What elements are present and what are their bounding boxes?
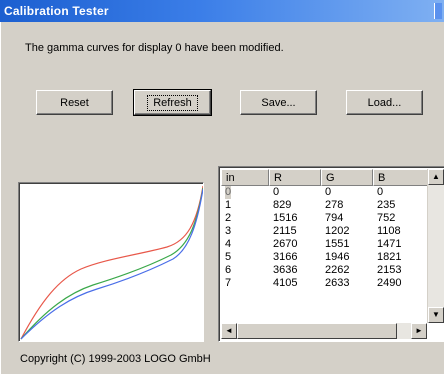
table-cell: 0 (325, 186, 332, 198)
gamma-curve-plot (18, 182, 204, 342)
horizontal-scrollbar[interactable]: ◄ ► (221, 323, 427, 339)
status-message: The gamma curves for display 0 have been… (25, 42, 284, 54)
row-index: 5 (225, 251, 232, 263)
row-index: 2 (225, 212, 232, 224)
table-cell: 0 (377, 186, 384, 198)
row-index: 6 (225, 264, 232, 276)
table-cell: 1108 (377, 225, 401, 237)
table-cell: 3166 (273, 251, 298, 263)
save-button[interactable]: Save... (240, 90, 317, 115)
table-cell: 1821 (377, 251, 402, 263)
table-cell: 1471 (377, 238, 402, 250)
table-cell: 2153 (377, 264, 402, 276)
scroll-left-icon[interactable]: ◄ (221, 323, 237, 339)
table-row[interactable]: 6 3636 2262 2153 (221, 264, 433, 277)
row-index: 4 (225, 238, 232, 250)
table-cell: 794 (325, 212, 344, 224)
table-cell: 1516 (273, 212, 298, 224)
table-cell: 3636 (273, 264, 298, 276)
row-index: 1 (225, 199, 232, 211)
table-cell: 752 (377, 212, 396, 224)
scroll-right-icon[interactable]: ► (411, 323, 427, 339)
scroll-up-icon[interactable]: ▲ (428, 169, 444, 185)
table-cell: 4105 (273, 277, 298, 289)
window-title: Calibration Tester (4, 4, 109, 18)
table-cell: 2633 (325, 277, 350, 289)
table-cell: 1202 (325, 225, 350, 237)
table-row[interactable]: 0 0 0 0 (221, 186, 433, 199)
column-header-r[interactable]: R (269, 169, 321, 186)
table-header: in R G B (221, 169, 443, 186)
reset-button[interactable]: Reset (36, 90, 113, 115)
column-header-b[interactable]: B (373, 169, 429, 186)
table-cell: 2490 (377, 277, 402, 289)
table-cell: 235 (377, 199, 396, 211)
copyright-text: Copyright (C) 1999-2003 LOGO GmbH (20, 353, 211, 365)
table-row[interactable]: 3 2115 1202 1108 (221, 225, 433, 238)
horizontal-scroll-thumb[interactable] (237, 323, 397, 339)
table-cell: 829 (273, 199, 292, 211)
table-row[interactable]: 7 4105 2633 2490 (221, 277, 433, 290)
table-cell: 278 (325, 199, 344, 211)
column-header-in[interactable]: in (221, 169, 269, 186)
row-index: 3 (225, 225, 232, 237)
table-cell: 1946 (325, 251, 350, 263)
title-bar[interactable]: Calibration Tester (0, 0, 444, 22)
red-gamma-curve (20, 185, 203, 340)
title-bar-edge (434, 3, 442, 19)
table-cell: 2262 (325, 264, 350, 276)
table-row[interactable]: 5 3166 1946 1821 (221, 251, 433, 264)
gamma-curve-svg (20, 185, 203, 340)
scroll-down-icon[interactable]: ▼ (428, 307, 444, 323)
load-button[interactable]: Load... (346, 90, 423, 115)
gamma-table[interactable]: in R G B 0 0 0 0 1 829 278 235 2 1516 794 752 3 2115 1… (218, 166, 444, 342)
table-cell: 0 (273, 186, 280, 198)
row-index: 0 (225, 186, 232, 199)
vertical-scrollbar[interactable]: ▲ ▼ (427, 169, 444, 323)
table-row[interactable]: 2 1516 794 752 (221, 212, 433, 225)
refresh-button[interactable]: Refresh (133, 89, 212, 116)
row-index: 7 (225, 277, 232, 289)
green-gamma-curve (20, 187, 203, 340)
column-header-g[interactable]: G (321, 169, 373, 186)
blue-gamma-curve (20, 188, 203, 340)
table-row[interactable]: 1 829 278 235 (221, 199, 433, 212)
table-cell: 1551 (325, 238, 350, 250)
table-row[interactable]: 4 2670 1551 1471 (221, 238, 433, 251)
table-cell: 2115 (273, 225, 297, 237)
table-cell: 2670 (273, 238, 298, 250)
